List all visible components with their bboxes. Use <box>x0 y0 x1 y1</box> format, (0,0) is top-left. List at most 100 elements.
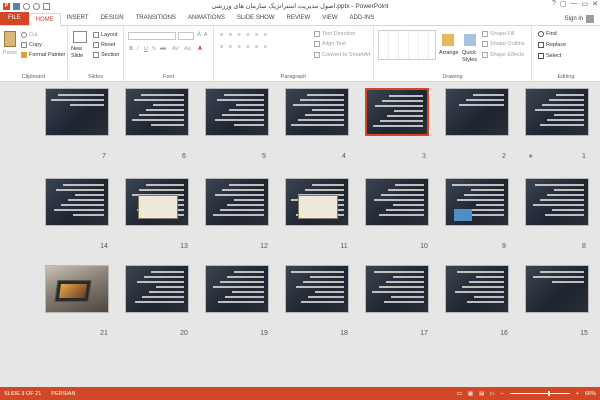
tab-transitions[interactable]: TRANSITIONS <box>130 12 182 25</box>
transition-star-icon[interactable]: ★ <box>528 153 533 160</box>
italic-icon[interactable]: I <box>137 46 139 52</box>
char-spacing-icon[interactable]: AV <box>172 46 179 52</box>
replace-button[interactable]: Replace <box>538 42 566 48</box>
minimize-button[interactable]: — <box>571 0 578 8</box>
slide-thumbnail[interactable] <box>125 265 189 313</box>
tab-review[interactable]: REVIEW <box>281 12 317 25</box>
tab-home[interactable]: HOME <box>28 13 61 26</box>
shadow-icon[interactable]: S <box>152 46 156 52</box>
slide-thumbnail[interactable] <box>365 178 429 226</box>
text-direction-button[interactable]: Text Direction <box>314 31 355 37</box>
shape-outline-button[interactable]: Shape Outline <box>482 41 525 47</box>
close-button[interactable]: ✕ <box>592 0 598 8</box>
font-grow-icon[interactable]: A <box>197 32 201 38</box>
sign-in-label[interactable]: Sign in <box>565 16 583 22</box>
tab-insert[interactable]: INSERT <box>61 12 95 25</box>
font-shrink-icon[interactable]: A <box>204 32 207 38</box>
slide-text-line <box>224 94 264 96</box>
arrange-icon[interactable] <box>442 34 454 46</box>
find-button[interactable]: Find <box>538 31 557 37</box>
normal-view-icon[interactable]: ▭ <box>457 391 462 397</box>
tab-file[interactable]: FILE <box>0 12 29 25</box>
tab-slide-show[interactable]: SLIDE SHOW <box>231 12 281 25</box>
reset-button[interactable]: Reset <box>93 42 115 48</box>
align-text-button[interactable]: Align Text <box>314 41 346 47</box>
quick-styles-button[interactable]: Quick Styles <box>462 50 480 64</box>
slide-thumbnail[interactable] <box>525 88 589 136</box>
redo-icon[interactable] <box>33 2 40 10</box>
bullets-icon[interactable]: ≡ ≡ ≡ ≡ ≡ ≡ <box>220 32 269 38</box>
tab-add-ins[interactable]: ADD-INS <box>344 12 381 25</box>
copy-button[interactable]: Copy <box>21 42 42 48</box>
layout-button[interactable]: Layout <box>93 32 118 38</box>
undo-icon[interactable] <box>23 2 30 10</box>
strikethrough-icon[interactable]: ab <box>160 46 166 52</box>
shape-effects-button[interactable]: Shape Effects <box>482 52 524 58</box>
slide-thumbnail[interactable] <box>45 265 109 313</box>
zoom-level[interactable]: 66% <box>585 391 596 397</box>
shapes-gallery[interactable] <box>378 30 436 60</box>
underline-icon[interactable]: U <box>144 46 148 52</box>
format-painter-button[interactable]: Format Painter <box>21 52 65 58</box>
slide-text-line <box>75 194 104 196</box>
reading-view-icon[interactable]: ▤ <box>479 391 484 397</box>
convert-smartart-button[interactable]: Convert to SmartArt <box>314 52 371 58</box>
slide-text-line <box>141 94 184 96</box>
zoom-slider-thumb[interactable] <box>547 391 550 396</box>
slide-thumbnail[interactable] <box>125 178 189 226</box>
slide-thumbnail[interactable] <box>205 178 269 226</box>
new-slide-icon[interactable] <box>73 31 87 43</box>
slide-thumbnail[interactable] <box>445 178 509 226</box>
bold-icon[interactable]: B <box>129 46 133 52</box>
paste-icon[interactable] <box>4 31 16 47</box>
slide-thumbnail[interactable] <box>125 88 189 136</box>
slide-thumbnail[interactable] <box>45 88 109 136</box>
slide-thumbnail[interactable] <box>285 178 349 226</box>
font-size-input[interactable] <box>178 32 194 40</box>
slide-thumbnail[interactable] <box>365 88 429 136</box>
quick-styles-icon[interactable] <box>464 34 476 46</box>
sign-in[interactable]: Sign in <box>565 15 594 23</box>
cut-button[interactable]: Cut <box>21 32 38 38</box>
tab-animations[interactable]: ANIMATIONS <box>182 12 231 25</box>
ribbon-display-options-button[interactable]: ▢ <box>560 0 567 8</box>
alignment-icon[interactable]: ≡ ≡ ≡ ≡ ≡ ≡ <box>220 44 269 50</box>
slide-thumbnail[interactable] <box>285 265 349 313</box>
zoom-out-button[interactable]: − <box>501 391 504 397</box>
section-button[interactable]: Section <box>93 52 119 58</box>
avatar[interactable] <box>586 15 594 23</box>
tab-view[interactable]: VIEW <box>316 12 343 25</box>
slide-thumbnail[interactable] <box>525 265 589 313</box>
tab-design[interactable]: DESIGN <box>95 12 130 25</box>
slide-thumbnail[interactable] <box>285 88 349 136</box>
font-name-input[interactable] <box>128 32 176 40</box>
zoom-in-button[interactable]: + <box>576 391 579 397</box>
slide-thumbnail[interactable] <box>45 178 109 226</box>
paragraph-group: ≡ ≡ ≡ ≡ ≡ ≡ ≡ ≡ ≡ ≡ ≡ ≡ Text Direction A… <box>214 26 374 82</box>
slide-thumbnail[interactable] <box>525 178 589 226</box>
start-slideshow-icon[interactable] <box>43 2 50 10</box>
save-icon[interactable] <box>13 2 20 10</box>
slide-number: 3 <box>422 153 426 160</box>
select-button[interactable]: Select <box>538 53 561 59</box>
paste-button[interactable]: Paste <box>3 50 17 56</box>
new-slide-button[interactable]: New Slide <box>71 46 91 60</box>
slide-thumbnail[interactable] <box>445 265 509 313</box>
slide-thumbnail[interactable] <box>205 88 269 136</box>
zoom-slider[interactable] <box>509 391 570 396</box>
language-indicator[interactable]: PERSIAN <box>51 391 75 397</box>
slide-thumbnail[interactable] <box>445 88 509 136</box>
slide-thumbnail[interactable] <box>205 265 269 313</box>
slide-text-line <box>457 199 504 201</box>
change-case-icon[interactable]: Aa <box>184 46 191 52</box>
slideshow-view-icon[interactable]: ▷ <box>490 391 494 397</box>
slide-text-line <box>303 281 344 283</box>
arrange-button[interactable]: Arrange <box>439 50 459 56</box>
help-button[interactable]: ? <box>552 0 556 8</box>
slide-sorter-view-icon[interactable]: ▦ <box>468 391 473 397</box>
slide-thumbnail[interactable] <box>365 265 429 313</box>
maximize-button[interactable]: ▭ <box>582 0 589 8</box>
font-color-icon[interactable]: A <box>198 46 202 52</box>
shape-fill-button[interactable]: Shape Fill <box>482 31 514 37</box>
search-icon <box>538 31 544 37</box>
